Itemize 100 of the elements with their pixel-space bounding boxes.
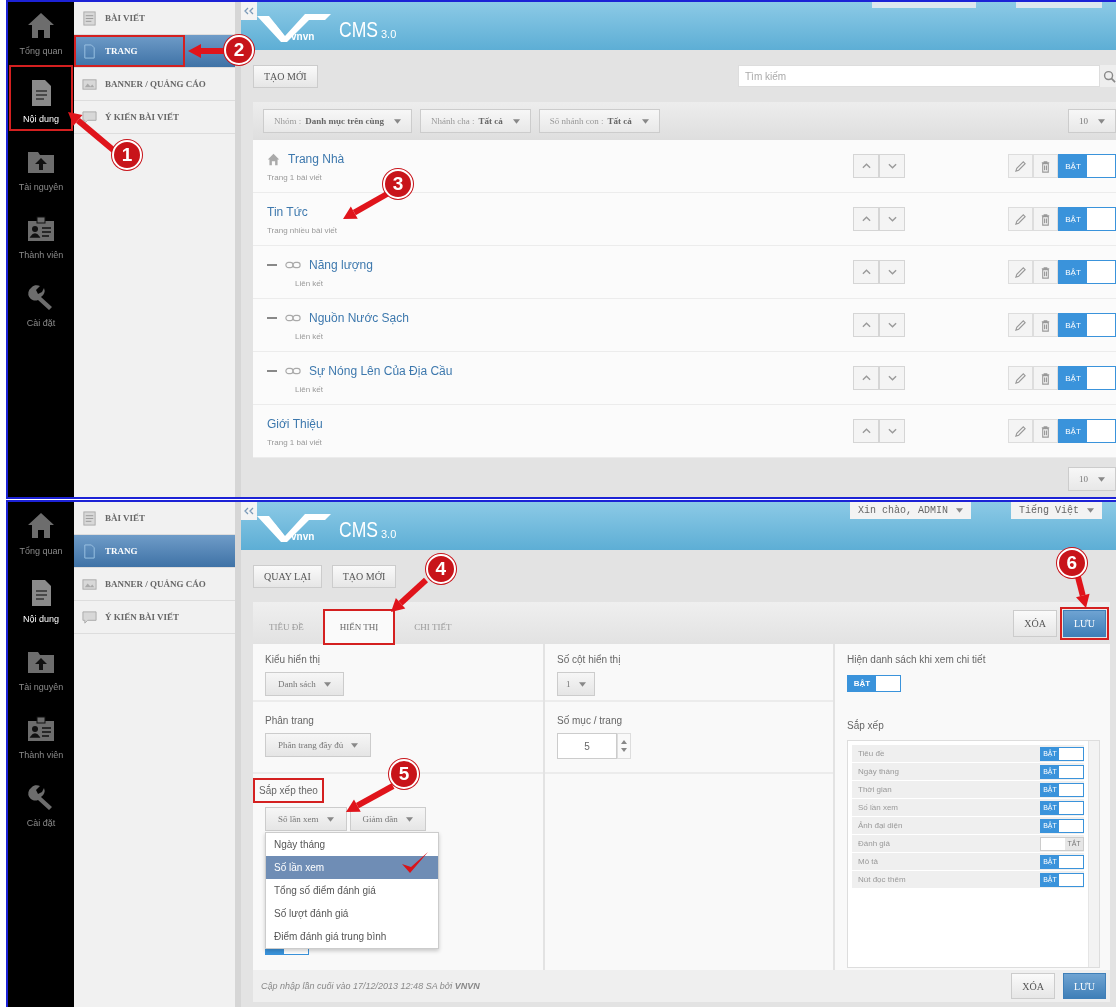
- page-title-link[interactable]: Giới Thiệu: [267, 417, 323, 431]
- delete-button[interactable]: [1033, 366, 1058, 390]
- delete-button[interactable]: [1033, 313, 1058, 337]
- header-dropdown[interactable]: Xin chào, ADMIN: [849, 502, 971, 519]
- nav-rail-item[interactable]: Thành viên: [8, 200, 74, 268]
- page-row[interactable]: Tin Tức Trang nhiều bài viết BẬT: [253, 193, 1116, 246]
- move-up-button[interactable]: [853, 207, 879, 231]
- submenu-item[interactable]: BANNER / QUẢNG CÁO: [74, 568, 235, 601]
- page-row[interactable]: Nguồn Nước Sạch Liên kết BẬT: [253, 299, 1116, 352]
- search-icon: [1103, 69, 1116, 83]
- edit-button[interactable]: [1008, 419, 1033, 443]
- edit-button[interactable]: [1008, 260, 1033, 284]
- submenu-item[interactable]: Ý KIẾN BÀI VIẾT: [74, 101, 235, 134]
- page-title-link[interactable]: Trang Nhà: [288, 152, 345, 166]
- toggle-switch[interactable]: BẬT: [1058, 366, 1116, 390]
- sort-field-label: Mô tả: [858, 857, 878, 866]
- toolbar-button[interactable]: QUAY LẠI: [253, 564, 322, 588]
- save-button[interactable]: LƯU: [1062, 973, 1106, 999]
- toggle-switch[interactable]: BẬT: [1058, 207, 1116, 231]
- submenu-item[interactable]: Ý KIẾN BÀI VIẾT: [74, 601, 235, 634]
- move-down-button[interactable]: [879, 207, 905, 231]
- page-title-link[interactable]: Sự Nóng Lên Của Địa Cầu: [309, 364, 453, 378]
- delete-button[interactable]: [1033, 260, 1058, 284]
- filter-dropdown[interactable]: Số nhánh con : Tất cả: [538, 109, 660, 133]
- nav-rail-item[interactable]: Cài đặt: [8, 768, 74, 836]
- nav-rail-item[interactable]: Cài đặt: [8, 268, 74, 336]
- toggle-switch[interactable]: BẬT: [1058, 419, 1116, 443]
- spinner-button[interactable]: [617, 733, 631, 759]
- nav-rail-item[interactable]: Nội dung: [8, 64, 74, 132]
- page-type-label: Trang 1 bài viết: [267, 438, 323, 447]
- toggle-switch[interactable]: BẬT: [1058, 154, 1116, 178]
- edit-button[interactable]: [1008, 207, 1033, 231]
- tab[interactable]: HIỂN THỊ: [323, 610, 395, 644]
- dropdown-option[interactable]: Ngày tháng: [266, 833, 438, 856]
- toggle-switch[interactable]: BẬT: [847, 675, 901, 692]
- save-button[interactable]: LƯU: [1062, 609, 1106, 637]
- nav-rail-item[interactable]: Tài nguyên: [8, 632, 74, 700]
- edit-button[interactable]: [1008, 313, 1033, 337]
- move-up-button[interactable]: [853, 260, 879, 284]
- submenu-item[interactable]: BANNER / QUẢNG CÁO: [74, 68, 235, 101]
- nav-rail-item[interactable]: Tổng quan: [8, 2, 74, 64]
- create-button[interactable]: TẠO MỚI: [253, 64, 318, 88]
- toggle-switch[interactable]: BẬT: [1058, 313, 1116, 337]
- sort-order-dropdown[interactable]: Giảm dần: [349, 807, 426, 831]
- filter-dropdown[interactable]: Nhóm : Danh mục trên cùng: [263, 109, 413, 133]
- nav-rail-item[interactable]: Thành viên: [8, 700, 74, 768]
- delete-button[interactable]: XÓA: [1013, 609, 1057, 637]
- nav-rail-item[interactable]: Nội dung: [8, 564, 74, 632]
- submenu-item[interactable]: TRANG: [74, 35, 235, 68]
- move-down-button[interactable]: [879, 419, 905, 443]
- delete-button[interactable]: [1033, 207, 1058, 231]
- scrollbar[interactable]: [1088, 741, 1099, 967]
- dropdown-option[interactable]: Điểm đánh giá trung bình: [266, 925, 438, 948]
- move-up-button[interactable]: [853, 419, 879, 443]
- header-dropdown[interactable]: Tiếng Việt: [1011, 502, 1102, 519]
- tab[interactable]: TIÊU ĐỀ: [253, 610, 320, 644]
- edit-button[interactable]: [1008, 366, 1033, 390]
- sort-field-dropdown[interactable]: Số lần xem: [265, 807, 347, 831]
- nav-rail-item[interactable]: Tổng quan: [8, 502, 74, 564]
- collapse-button[interactable]: [241, 502, 257, 520]
- page-type-label: Liên kết: [294, 279, 325, 288]
- toolbar-button[interactable]: TẠO MỚI: [331, 564, 397, 588]
- move-up-button[interactable]: [853, 154, 879, 178]
- search-field[interactable]: Tìm kiếm: [738, 65, 1100, 87]
- search-button[interactable]: [1100, 65, 1116, 87]
- filter-dropdown[interactable]: Nhánh cha : Tất cả: [420, 109, 531, 133]
- delete-button[interactable]: XÓA: [1011, 973, 1055, 999]
- columns-dropdown[interactable]: 1: [557, 672, 595, 696]
- page-row[interactable]: Giới Thiệu Trang 1 bài viết BẬT: [253, 405, 1116, 458]
- collapse-button[interactable]: [241, 2, 257, 20]
- id-card-icon: [26, 214, 56, 244]
- pagination-dropdown[interactable]: Phân trang đầy đủ: [265, 733, 372, 757]
- tab[interactable]: CHI TIẾT: [398, 610, 468, 644]
- move-up-button[interactable]: [853, 313, 879, 337]
- nav-rail-item[interactable]: Tài nguyên: [8, 132, 74, 200]
- dropdown-option[interactable]: Tổng số điểm đánh giá: [266, 879, 438, 902]
- dropdown-option[interactable]: Số lượt đánh giá: [266, 902, 438, 925]
- page-row[interactable]: Năng lượng Liên kết BẬT: [253, 246, 1116, 299]
- move-down-button[interactable]: [879, 313, 905, 337]
- chevron-up-icon: [861, 322, 871, 328]
- number-field[interactable]: 5: [557, 733, 617, 759]
- delete-button[interactable]: [1033, 419, 1058, 443]
- page-size-dropdown[interactable]: 10: [1068, 467, 1116, 491]
- page-title-link[interactable]: Tin Tức: [267, 205, 308, 219]
- page-title-link[interactable]: Năng lượng: [309, 258, 373, 272]
- display-type-dropdown[interactable]: Danh sách: [265, 672, 344, 696]
- move-down-button[interactable]: [879, 154, 905, 178]
- logo-text: vnvn: [291, 31, 315, 42]
- delete-button[interactable]: [1033, 154, 1058, 178]
- page-size-dropdown[interactable]: 10: [1068, 109, 1116, 133]
- toggle-switch[interactable]: BẬT: [1058, 260, 1116, 284]
- page-title-link[interactable]: Nguồn Nước Sạch: [309, 311, 409, 325]
- article-icon: [82, 10, 97, 26]
- move-down-button[interactable]: [879, 260, 905, 284]
- page-row[interactable]: Sự Nóng Lên Của Địa Cầu Liên kết BẬT: [253, 352, 1116, 405]
- move-up-button[interactable]: [853, 366, 879, 390]
- chevron-up-icon: [861, 163, 871, 169]
- edit-button[interactable]: [1008, 154, 1033, 178]
- submenu-item[interactable]: TRANG: [74, 535, 235, 568]
- move-down-button[interactable]: [879, 366, 905, 390]
